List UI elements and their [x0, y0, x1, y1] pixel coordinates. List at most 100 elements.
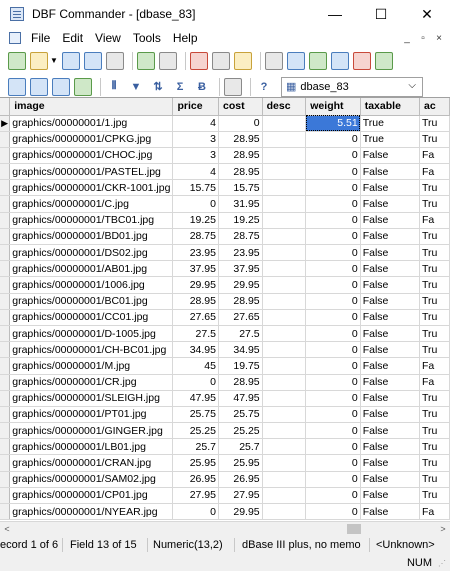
cell-cost[interactable]: 47.95 — [218, 390, 263, 407]
cell-desc[interactable] — [262, 131, 307, 148]
cell-ac[interactable]: Tru — [419, 422, 450, 440]
cell-price[interactable]: 25.7 — [172, 438, 219, 456]
scroll-left-icon[interactable]: < — [0, 522, 14, 536]
maximize-button[interactable]: ☐ — [358, 0, 404, 28]
cell-weight[interactable]: 0 — [305, 212, 361, 229]
print-icon[interactable] — [105, 51, 124, 70]
cell-taxable[interactable]: False — [360, 374, 420, 391]
minimize-button[interactable]: — — [312, 0, 358, 28]
cell-cost[interactable]: 28.75 — [218, 228, 263, 246]
cell-taxable[interactable]: False — [360, 471, 420, 488]
table-row[interactable]: graphics/00000001/PASTEL.jpg 4 28.95 0 False… — [0, 163, 450, 181]
cell-image[interactable]: graphics/00000001/NYEAR.jpg — [9, 503, 174, 521]
row-indicator[interactable] — [0, 195, 11, 213]
cell-cost[interactable]: 28.95 — [218, 131, 263, 148]
cell-weight[interactable]: 0 — [305, 147, 361, 165]
scroll-thumb[interactable] — [347, 524, 361, 534]
cell-desc[interactable] — [262, 244, 307, 262]
cell-ac[interactable]: Tru — [419, 115, 450, 132]
cell-price[interactable]: 25.75 — [172, 406, 219, 424]
cell-taxable[interactable]: False — [360, 293, 420, 310]
cell-weight[interactable]: 0 — [305, 131, 361, 148]
row-indicator[interactable] — [0, 341, 11, 359]
column-header-price[interactable]: price — [172, 98, 219, 116]
cell-ac[interactable]: Tru — [419, 293, 450, 310]
cell-taxable[interactable]: False — [360, 195, 420, 213]
cell-taxable[interactable]: False — [360, 309, 420, 326]
cell-image[interactable]: graphics/00000001/1006.jpg — [9, 276, 174, 294]
close-button[interactable]: ✕ — [404, 0, 450, 28]
row-indicator[interactable] — [0, 422, 11, 440]
cell-ac[interactable]: Tru — [419, 487, 450, 505]
table-row[interactable]: graphics/00000001/CPKG.jpg 3 28.95 0 True Tru — [0, 131, 450, 148]
table-row[interactable]: graphics/00000001/BD01.jpg 28.75 28.75 0 Fal… — [0, 228, 450, 246]
find-icon[interactable] — [264, 51, 283, 70]
table-row[interactable]: graphics/00000001/NYEAR.jpg 0 29.95 0 False F… — [0, 503, 450, 521]
insert-record-icon[interactable] — [308, 51, 327, 70]
new-table-icon[interactable] — [8, 51, 26, 70]
cell-image[interactable]: graphics/00000001/1.jpg — [9, 115, 174, 132]
table-row[interactable]: graphics/00000001/M.jpg 45 19.75 0 False Fa — [0, 357, 450, 375]
cell-image[interactable]: graphics/00000001/LB01.jpg — [9, 438, 174, 456]
cell-ac[interactable]: Tru — [419, 309, 450, 326]
cell-image[interactable]: graphics/00000001/GINGER.jpg — [9, 422, 174, 440]
cell-desc[interactable] — [262, 293, 307, 310]
cell-desc[interactable] — [262, 179, 307, 197]
settings-icon[interactable] — [224, 77, 242, 96]
cell-image[interactable]: graphics/00000001/PASTEL.jpg — [9, 163, 174, 181]
cell-price[interactable]: 3 — [172, 147, 219, 165]
cell-image[interactable]: graphics/00000001/CC01.jpg — [9, 309, 174, 326]
cell-price[interactable]: 29.95 — [172, 276, 219, 294]
cell-desc[interactable] — [262, 309, 307, 326]
row-indicator[interactable] — [0, 147, 11, 165]
cell-cost[interactable]: 19.75 — [218, 357, 263, 375]
cell-taxable[interactable]: False — [360, 422, 420, 440]
cell-price[interactable]: 28.75 — [172, 228, 219, 246]
table-row[interactable]: graphics/00000001/PT01.jpg 25.75 25.75 0 Fal… — [0, 406, 450, 424]
table-row[interactable]: graphics/00000001/GINGER.jpg 25.25 25.25 0 F… — [0, 422, 450, 440]
cell-cost[interactable]: 23.95 — [218, 244, 263, 262]
cell-taxable[interactable]: False — [360, 228, 420, 246]
row-indicator[interactable] — [0, 293, 11, 310]
row-indicator[interactable] — [0, 276, 11, 294]
column-header-weight[interactable]: weight — [305, 98, 361, 116]
cell-image[interactable]: graphics/00000001/M.jpg — [9, 357, 174, 375]
cell-taxable[interactable]: True — [360, 131, 420, 148]
cell-ac[interactable]: Tru — [419, 454, 450, 472]
cell-image[interactable]: graphics/00000001/DS02.jpg — [9, 244, 174, 262]
cell-image[interactable]: graphics/00000001/D-1005.jpg — [9, 325, 174, 343]
cell-taxable[interactable]: False — [360, 438, 420, 456]
cell-cost[interactable]: 37.95 — [218, 260, 263, 278]
row-indicator[interactable] — [0, 163, 11, 181]
copy-icon[interactable] — [211, 51, 230, 70]
cell-weight[interactable]: 0 — [305, 454, 361, 472]
cell-cost[interactable]: 27.95 — [218, 487, 263, 505]
cell-cost[interactable]: 0 — [218, 115, 263, 132]
column-header-cost[interactable]: cost — [218, 98, 263, 116]
cell-weight[interactable]: 0 — [305, 471, 361, 488]
table-row[interactable]: graphics/00000001/DS02.jpg 23.95 23.95 0 Fal… — [0, 244, 450, 262]
scroll-right-icon[interactable]: > — [436, 522, 450, 536]
cell-ac[interactable]: Tru — [419, 390, 450, 407]
cell-weight[interactable]: 0 — [305, 341, 361, 359]
table-row[interactable]: graphics/00000001/TBC01.jpg 19.25 19.25 0 Fa… — [0, 212, 450, 229]
cell-weight[interactable]: 0 — [305, 244, 361, 262]
column-header-image[interactable]: image — [9, 98, 174, 116]
cell-desc[interactable] — [262, 454, 307, 472]
cell-weight[interactable]: 5.51 — [305, 115, 361, 132]
cell-ac[interactable]: Fa — [419, 147, 450, 165]
cell-weight[interactable]: 0 — [305, 163, 361, 181]
cell-weight[interactable]: 0 — [305, 374, 361, 391]
cell-ac[interactable]: Tru — [419, 406, 450, 424]
cell-taxable[interactable]: False — [360, 357, 420, 375]
row-indicator[interactable] — [0, 487, 11, 505]
cell-weight[interactable]: 0 — [305, 438, 361, 456]
properties-icon[interactable] — [158, 51, 177, 70]
column-header-ac[interactable]: ac — [419, 98, 450, 116]
row-indicator[interactable] — [0, 179, 11, 197]
cell-image[interactable]: graphics/00000001/CRAN.jpg — [9, 454, 174, 472]
cell-taxable[interactable]: False — [360, 341, 420, 359]
table-row[interactable]: graphics/00000001/CRAN.jpg 25.95 25.95 0 Fal… — [0, 454, 450, 472]
sort-icon[interactable]: ⇅ — [149, 78, 167, 96]
cell-ac[interactable]: Fa — [419, 212, 450, 229]
